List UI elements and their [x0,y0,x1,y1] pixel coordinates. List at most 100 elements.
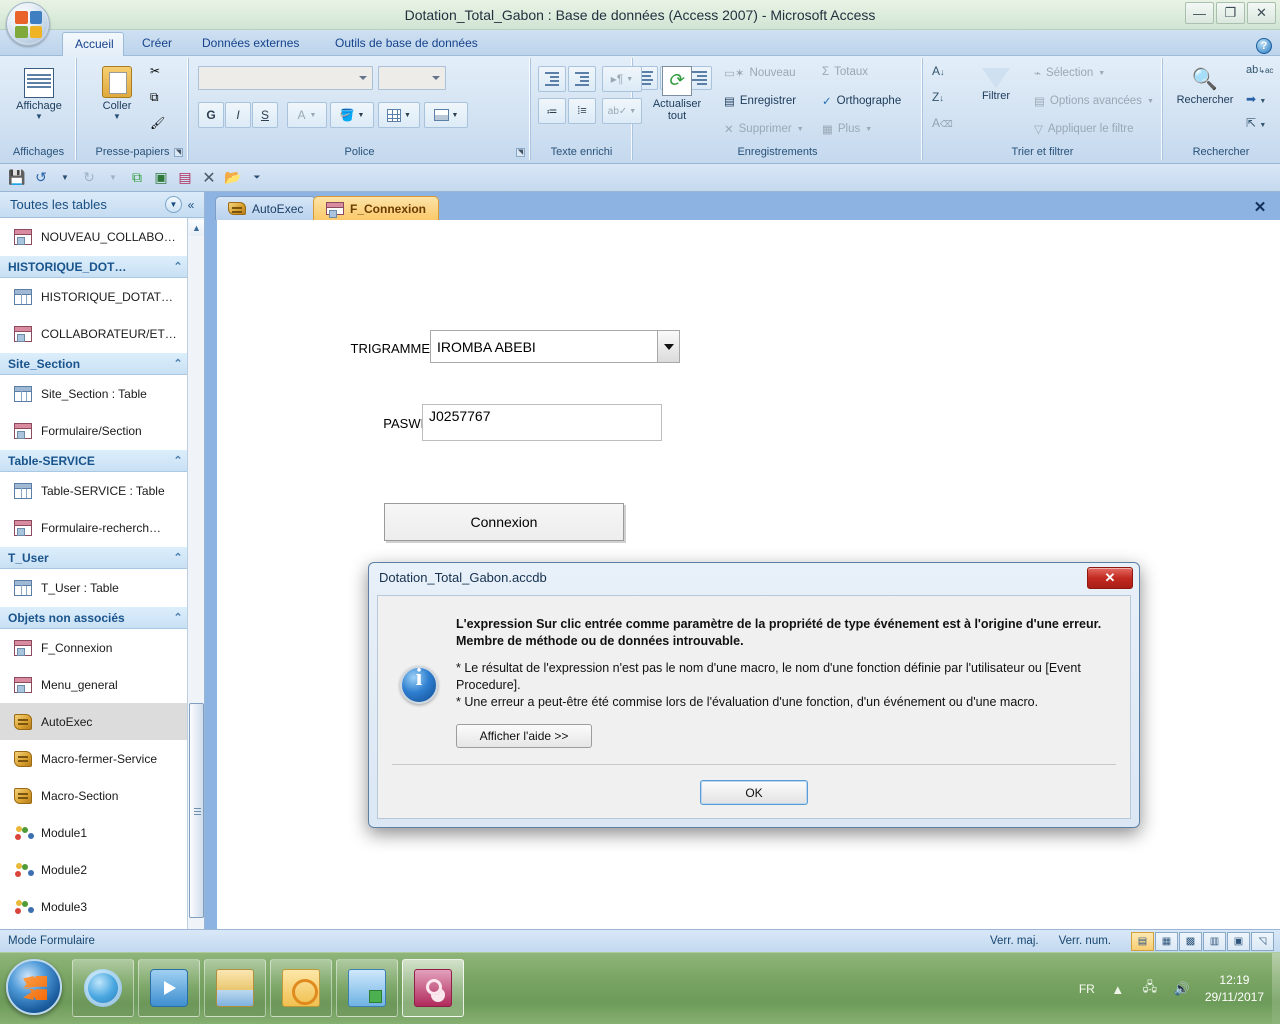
chevron-up-icon[interactable]: ⌃ [168,260,188,273]
fill-color-button[interactable]: 🪣 ▼ [330,102,374,128]
redo-icon[interactable]: ↻ [78,167,100,189]
nav-group-header[interactable]: Site_Section ⌃ [0,352,188,375]
trigramme-combobox[interactable]: IROMBA ABEBI [430,330,680,363]
selection-command[interactable]: ⌁ Sélection ▼ [1034,66,1105,80]
list-item[interactable]: Formulaire-recherch… [0,509,188,546]
save-icon[interactable]: 💾 [6,167,28,189]
options-avancees-command[interactable]: ▤ Options avancées ▼ [1034,94,1154,108]
appliquer-filtre-command[interactable]: ▽ Appliquer le filtre [1034,122,1134,136]
numbered-list-button[interactable]: ≔ [538,98,566,124]
coller-button[interactable]: Coller ▼ [84,62,150,121]
tab-outils-base-donnees[interactable]: Outils de base de données [323,32,490,56]
show-hidden-icons-icon[interactable]: ▲ [1109,980,1127,998]
actualiser-tout-button[interactable]: ⟳ Actualiser tout [640,62,714,122]
language-indicator[interactable]: FR [1079,982,1095,996]
doc-tab-autoexec[interactable]: AutoExec [215,196,317,220]
gridlines-button[interactable]: ▼ [378,102,420,128]
orthographe-command[interactable]: ✓ Orthographe [822,94,901,108]
scroll-up-icon[interactable]: ▲ [189,220,204,236]
pivotchart-view-button[interactable]: ▥ [1203,931,1226,951]
refresh-all-icon[interactable]: ⧉ [126,167,148,189]
format-painter-icon[interactable]: 🖌 [150,116,165,130]
list-item[interactable]: Table-SERVICE : Table [0,472,188,509]
collapse-pane-icon[interactable]: « [182,198,200,212]
list-item[interactable]: Formulaire/Section [0,412,188,449]
paswd-input[interactable]: J0257767 [422,404,662,441]
plus-command[interactable]: ▦ Plus ▼ [822,122,872,136]
nav-group-header[interactable]: Objets non associés ⌃ [0,606,188,629]
list-item[interactable]: T_User : Table [0,569,188,606]
chevron-up-icon[interactable]: ⌃ [168,454,188,467]
clock[interactable]: 12:19 29/11/2017 [1205,972,1264,1006]
alternate-fill-button[interactable]: ▼ [424,102,468,128]
font-color-button[interactable]: A ▼ [287,102,327,128]
increase-indent-button[interactable] [568,66,596,92]
cut-button[interactable]: ✂ [150,64,160,78]
clear-sort-button[interactable]: A⌫ [932,116,953,130]
navigation-pane-scrollbar[interactable]: ▲ ▼ [187,218,204,952]
chevron-up-icon[interactable]: ⌃ [168,551,188,564]
copy-icon[interactable]: ⧉ [150,90,159,105]
list-item[interactable]: COLLABORATEUR/ET… [0,315,188,352]
nav-group-header[interactable]: HISTORIQUE_DOT… ⌃ [0,255,188,278]
connexion-button[interactable]: Connexion [384,503,624,541]
taskbar-access[interactable] [402,959,464,1017]
dialog-close-button[interactable]: ✕ [1087,567,1133,589]
tab-creer[interactable]: Créer [130,32,184,56]
select-button[interactable]: ⇱ ▼ [1246,116,1266,130]
replace-button[interactable]: ab↳ac [1246,64,1273,76]
start-button[interactable] [6,959,62,1015]
customize-icon[interactable]: ⏷ [246,167,268,189]
close-document-icon[interactable]: ✕ [1250,197,1270,217]
rechercher-button[interactable]: 🔍 Rechercher [1168,64,1242,106]
ok-button[interactable]: OK [700,780,808,805]
pivottable-view-button[interactable]: ▩ [1179,931,1202,951]
doc-tab-f-connexion[interactable]: F_Connexion [313,196,440,220]
nouveau-command[interactable]: ▭✶ Nouveau [724,66,796,80]
close-icon[interactable]: ✕ [198,167,220,189]
form-icon[interactable]: ▤ [174,167,196,189]
tab-accueil[interactable]: Accueil [62,32,124,56]
list-item[interactable]: Site_Section : Table [0,375,188,412]
taskbar-internet-explorer[interactable] [72,959,134,1017]
bulleted-list-button[interactable]: ⁞≡ [568,98,596,124]
underline-button[interactable]: S [252,102,278,128]
list-item[interactable]: Module3 [0,888,188,925]
sort-descending-button[interactable]: Z↓ [932,90,944,104]
office-button[interactable] [6,2,50,46]
bold-button[interactable]: G [198,102,224,128]
form-view-button[interactable]: ▤ [1131,931,1154,951]
network-icon[interactable]: 🖧 [1141,979,1159,998]
list-item[interactable]: NOUVEAU_COLLABO… [0,218,188,255]
redo-dropdown-icon[interactable]: ▼ [102,167,124,189]
chevron-up-icon[interactable]: ⌃ [168,357,188,370]
taskbar-outlook[interactable] [270,959,332,1017]
sort-ascending-button[interactable]: A↓ [932,64,945,78]
help-icon[interactable]: ? [1256,38,1272,54]
open-icon[interactable]: 📂 [222,167,244,189]
italic-button[interactable]: I [225,102,251,128]
datasheet-icon[interactable]: ▣ [150,167,172,189]
volume-icon[interactable]: 🔊 [1173,980,1191,998]
undo-icon[interactable]: ↺ [30,167,52,189]
supprimer-command[interactable]: ✕ Supprimer ▼ [724,122,804,136]
taskbar-file-explorer[interactable] [204,959,266,1017]
list-item[interactable]: Macro-Section [0,777,188,814]
list-item[interactable]: Module2 [0,851,188,888]
design-view-button[interactable]: ◹ [1251,931,1274,951]
nav-group-header[interactable]: T_User ⌃ [0,546,188,569]
datasheet-view-button[interactable]: ▦ [1155,931,1178,951]
layout-view-button[interactable]: ▣ [1227,931,1250,951]
navigation-object-list[interactable]: NOUVEAU_COLLABO… HISTORIQUE_DOT… ⌃ HISTOR… [0,218,188,952]
close-button[interactable]: ✕ [1247,2,1276,24]
minimize-button[interactable]: — [1185,2,1214,24]
show-desktop-button[interactable] [1272,953,1280,1024]
font-name-combo[interactable] [198,66,373,90]
font-size-combo[interactable] [378,66,446,90]
chevron-up-icon[interactable]: ⌃ [168,611,188,624]
list-item[interactable]: Module1 [0,814,188,851]
undo-dropdown-icon[interactable]: ▼ [54,167,76,189]
filtrer-button[interactable]: Filtrer [966,64,1026,102]
goto-button[interactable]: ➡ ▼ [1246,92,1266,106]
chevron-down-icon[interactable] [657,331,679,362]
